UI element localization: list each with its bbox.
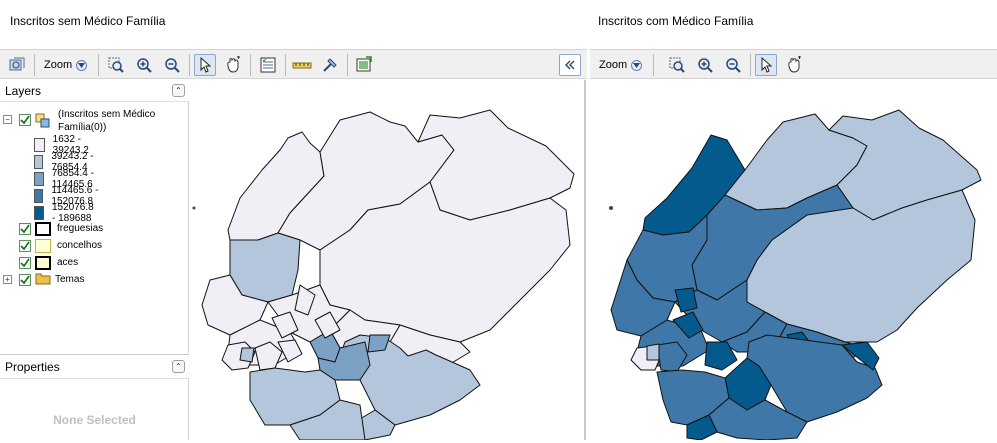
chevron-down-icon [631,59,643,71]
zoom-in-icon[interactable] [694,54,716,76]
select-pointer-icon[interactable] [755,54,777,76]
layer-item-freguesias[interactable]: freguesias [19,220,103,237]
select-pointer-icon[interactable] [194,54,216,76]
right-toolbar: Zoom [590,49,997,79]
layer-group-label[interactable]: (Inscritos sem Médico Família(0)) [58,108,186,134]
legend-swatch [34,188,44,203]
properties-empty-text: None Selected [53,413,136,427]
layer-checkbox[interactable] [19,273,31,286]
layer-label: freguesias [57,223,104,234]
layer-group-icon [35,113,51,132]
zoom-extent-icon[interactable] [666,54,688,76]
zoom-in-icon[interactable] [133,54,155,76]
zoom-label: Zoom [599,59,628,71]
zoom-dropdown[interactable]: Zoom [599,56,643,74]
collapse-layers-icon[interactable]: ⌃ [172,84,185,97]
layer-checkbox[interactable] [19,256,31,269]
export-map-icon[interactable] [353,54,375,76]
pan-hand-icon[interactable] [783,54,805,76]
right-choropleth-map [609,109,982,441]
layer-checkbox[interactable] [19,239,31,252]
zoom-dropdown[interactable]: Zoom [44,56,88,74]
layer-label: concelhos [57,240,103,251]
chevron-down-icon [76,59,88,71]
layers-panel-header: Layers ⌃ [0,80,189,102]
layer-label: Temas [55,274,85,285]
layer-item-concelhos[interactable]: concelhos [19,237,102,254]
layer-checkbox[interactable] [19,222,31,235]
temas-expand-toggle[interactable]: + [3,275,12,284]
identify-tool-icon[interactable] [319,54,341,76]
folder-icon [35,271,51,288]
right-map-title: Inscritos com Médico Família [598,14,754,28]
collapse-properties-icon[interactable]: ⌃ [172,360,185,373]
layers-heading: Layers [5,84,42,98]
legend-swatch [34,171,44,186]
zoom-out-icon[interactable] [161,54,183,76]
left-toolbar: Zoom [0,49,587,79]
left-map-title: Inscritos sem Médico Família [10,14,166,28]
left-map-view[interactable] [190,80,586,441]
properties-panel: Properties ⌃ None Selected [0,354,189,440]
layer-label: aces [57,257,79,268]
polygon-symbol-icon [35,255,51,270]
properties-panel-header: Properties ⌃ [0,355,189,379]
polygon-symbol-icon [35,238,51,253]
collapse-panel-icon[interactable] [559,54,581,76]
legend-swatch [34,154,44,169]
attribute-table-icon[interactable] [257,54,279,76]
group-collapse-toggle[interactable]: − [3,115,12,124]
legend-swatch [34,137,45,152]
legend-swatch [34,205,44,220]
zoom-extent-icon[interactable] [105,54,127,76]
right-map-view[interactable] [597,80,997,441]
layers-panel: Layers ⌃ − (Inscritos sem Médico Família… [0,80,189,353]
zoom-out-icon[interactable] [722,54,744,76]
legend-item: 152076.8 - 189688 [34,202,100,224]
layer-item-aces[interactable]: aces [19,254,78,271]
zoom-label: Zoom [44,59,73,71]
properties-heading: Properties [5,360,60,374]
pan-hand-icon[interactable] [222,54,244,76]
left-choropleth-map [192,109,575,441]
measure-ruler-icon[interactable] [291,54,313,76]
refresh-icon[interactable] [6,54,28,76]
polygon-symbol-icon [35,221,51,236]
group-checkbox[interactable] [19,114,31,126]
